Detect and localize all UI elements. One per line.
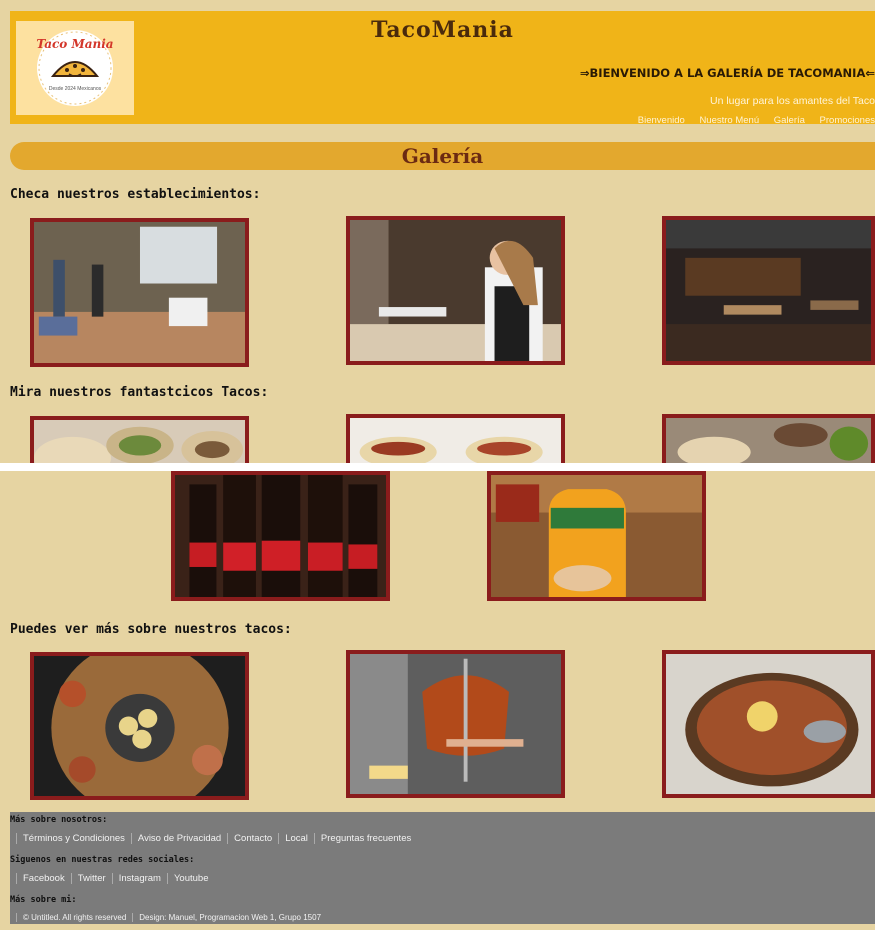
footer-me-title: Más sobre mi: [10, 895, 77, 905]
footer-social-title: Siguenos en nuestras redes sociales: [10, 855, 195, 865]
photo-carnitas-pan[interactable] [662, 650, 875, 798]
link-preguntas[interactable]: Preguntas frecuentes [313, 833, 418, 844]
design-credit: Design: Manuel, Programacion Web 1, Grup… [132, 913, 328, 922]
footer-about-title: Más sobre nosotros: [10, 815, 108, 825]
footer-social-links: Facebook Twitter Instagram Youtube [16, 873, 215, 884]
link-local[interactable]: Local [278, 833, 314, 844]
link-facebook[interactable]: Facebook [16, 873, 71, 884]
page-title: Galería [10, 142, 875, 170]
nav-link-menu[interactable]: Nuestro Menú [699, 115, 759, 126]
link-youtube[interactable]: Youtube [166, 873, 215, 884]
section-title-establecimientos: Checa nuestros establecimientos: [10, 187, 261, 202]
footer-credits: © Untitled. All rights reserved Design: M… [16, 913, 328, 922]
footer-about-links: Términos y Condiciones Aviso de Privacida… [16, 833, 418, 844]
section-title-tacos: Mira nuestros fantastcicos Tacos: [10, 385, 269, 400]
photo-trompo-pastor[interactable] [346, 650, 565, 798]
link-twitter[interactable]: Twitter [70, 873, 112, 884]
header: Taco Mania Desde 2024 Mexicanos TacoMani… [10, 11, 875, 126]
photo-boing-drink[interactable] [487, 471, 706, 601]
tagline: Un lugar para los amantes del Taco [710, 95, 875, 107]
photo-coca-cola[interactable] [171, 471, 390, 601]
link-privacidad[interactable]: Aviso de Privacidad [130, 833, 228, 844]
nav-link-promociones[interactable]: Promociones [820, 115, 875, 126]
link-contacto[interactable]: Contacto [227, 833, 279, 844]
logo-subtitle: Desde 2024 Mexicanos [49, 86, 102, 92]
link-instagram[interactable]: Instagram [111, 873, 167, 884]
site-title: TacoMania [371, 17, 514, 43]
photo-big-pan[interactable] [30, 652, 249, 800]
footer: Más sobre nosotros: Términos y Condicion… [10, 812, 875, 924]
photo-restaurant-interior[interactable] [30, 218, 249, 367]
photo-tacos-3[interactable] [662, 414, 875, 468]
photo-dining-room[interactable] [662, 216, 875, 365]
welcome-heading: ⇒BIENVENIDO A LA GALERÍA DE TACOMANIA⇐ [579, 66, 875, 80]
main-nav: Bienvenido Nuestro Menú Galería Promocio… [626, 115, 875, 126]
photo-tacos-2[interactable] [346, 414, 565, 468]
photo-tacos-1[interactable] [30, 416, 249, 468]
copyright-text: © Untitled. All rights reserved [16, 913, 133, 922]
nav-link-galeria[interactable]: Galería [774, 115, 805, 126]
link-terminos[interactable]: Términos y Condiciones [16, 833, 131, 844]
nav-link-bienvenido[interactable]: Bienvenido [638, 115, 685, 126]
section-title-mas-tacos: Puedes ver más sobre nuestros tacos: [10, 622, 292, 637]
photo-waitress-serving[interactable] [346, 216, 565, 365]
screenshot-seam [0, 463, 875, 471]
